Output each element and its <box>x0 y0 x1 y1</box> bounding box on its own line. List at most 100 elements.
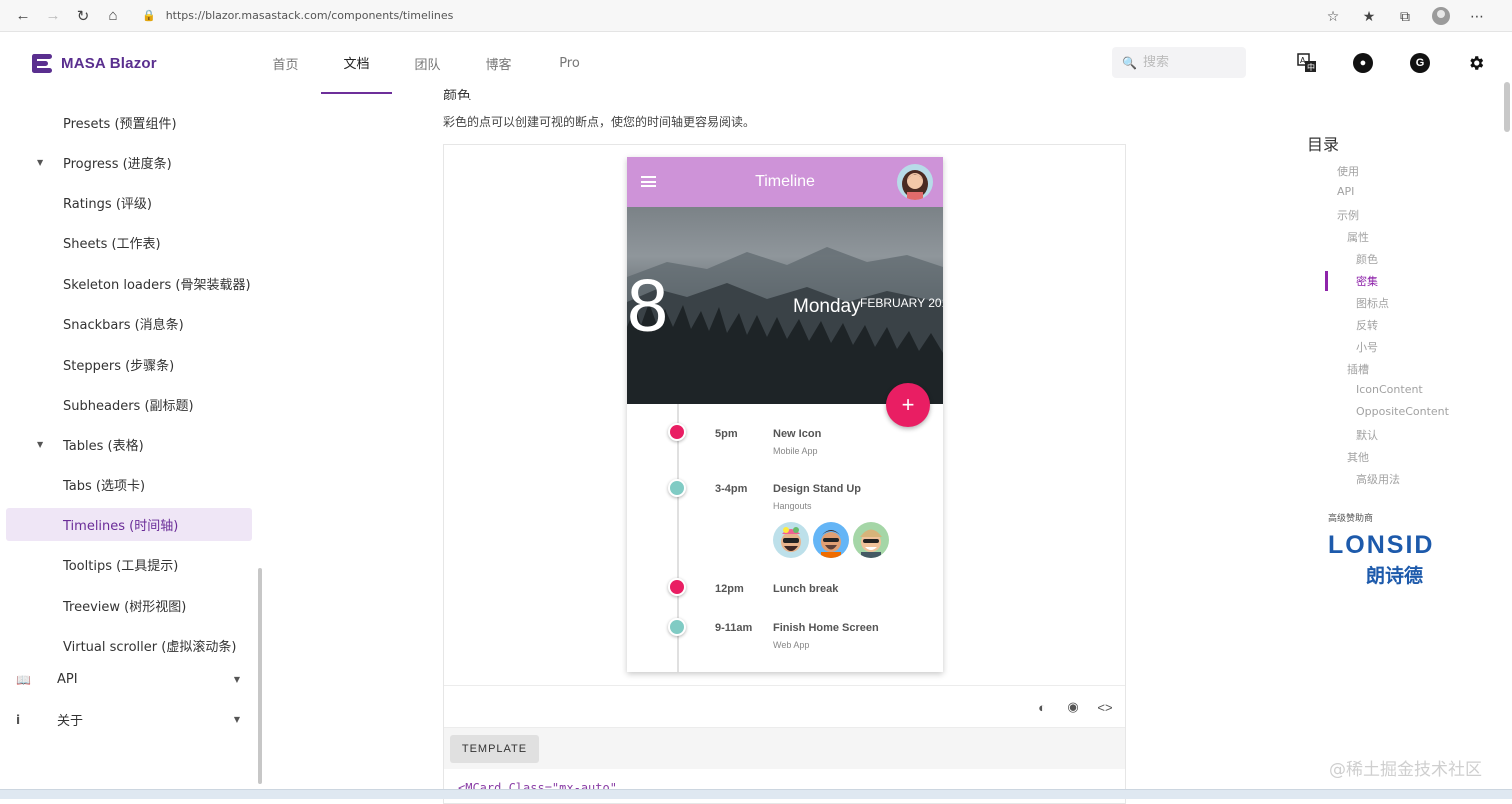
toc-item-slots[interactable]: 插槽 <box>1347 361 1369 377</box>
nav-blog[interactable]: 博客 <box>463 32 534 94</box>
section-description: 彩色的点可以创建可视的断点，使您的时间轴更容易阅读。 <box>443 115 756 129</box>
read-aloud-icon[interactable]: ☆ <box>1322 5 1344 27</box>
toc-item-reverse[interactable]: 反转 <box>1356 317 1378 333</box>
hero-day: 8 <box>627 264 669 347</box>
sidebar: Presets (预置组件) ▼ Progress (进度条) Ratings (… <box>0 94 265 784</box>
event-title: Lunch break <box>773 583 839 595</box>
code-icon[interactable]: <> <box>1095 698 1115 716</box>
add-button[interactable]: + <box>886 383 930 427</box>
sidebar-item-progress[interactable]: ▼ Progress (进度条) <box>6 146 252 179</box>
chevron-down-icon: ▼ <box>233 715 240 724</box>
sidebar-item-snackbars[interactable]: Snackbars (消息条) <box>6 307 252 340</box>
event-title: New Icon <box>773 428 822 440</box>
brand-logo[interactable]: MASA Blazor <box>31 52 157 74</box>
github-icon[interactable]: ◉ <box>1063 698 1083 716</box>
sidebar-item-presets[interactable]: Presets (预置组件) <box>6 106 252 139</box>
forward-icon[interactable]: → <box>38 2 68 30</box>
sidebar-item-virtual-scroller[interactable]: Virtual scroller (虚拟滚动条) <box>6 629 252 662</box>
hero-weekday: Monday <box>793 296 861 317</box>
nav-pro[interactable]: Pro <box>534 32 605 94</box>
toc-title: 目录 <box>1307 135 1340 154</box>
timeline-dot <box>668 423 686 441</box>
card-toolbar: Timeline <box>627 157 943 207</box>
sponsor-label: 高级赞助商 <box>1328 514 1374 524</box>
chevron-down-icon: ▼ <box>233 675 240 684</box>
translate-icon[interactable]: 中A <box>1296 52 1318 74</box>
tab-template[interactable]: TEMPLATE <box>450 735 539 763</box>
toc-item-api[interactable]: API <box>1337 185 1354 198</box>
collections-icon[interactable]: ⧉ <box>1394 5 1416 27</box>
event-time: 12pm <box>715 583 744 595</box>
toc-item-small[interactable]: 小号 <box>1356 339 1378 355</box>
sponsor-logo[interactable]: LONSID 朗诗德 <box>1328 533 1468 589</box>
event-time: 5pm <box>715 428 738 440</box>
hero-image: 8 Monday FEBRUARY 2015 <box>627 207 943 404</box>
sidebar-item-tooltips[interactable]: Tooltips (工具提示) <box>6 548 252 581</box>
sidebar-group-about[interactable]: i 关于 ▼ <box>6 703 252 736</box>
toc-item-advanced[interactable]: 高级用法 <box>1356 471 1400 487</box>
event-subtitle: Hangouts <box>773 501 812 511</box>
avatar[interactable] <box>897 164 933 200</box>
search-box[interactable]: 🔍 <box>1112 47 1246 78</box>
toc-item-props[interactable]: 属性 <box>1347 229 1369 245</box>
event-title: Design Stand Up <box>773 483 862 495</box>
toc-item-default[interactable]: 默认 <box>1356 427 1378 443</box>
settings-icon[interactable] <box>1465 52 1487 74</box>
avatar[interactable] <box>813 522 849 558</box>
more-icon[interactable]: ⋯ <box>1466 5 1488 27</box>
sidebar-item-subheaders[interactable]: Subheaders (副标题) <box>6 388 252 421</box>
back-icon[interactable]: ← <box>8 2 38 30</box>
nav-docs[interactable]: 文档 <box>321 32 392 94</box>
top-navigation: 首页 文档 团队 博客 Pro <box>250 32 605 94</box>
demo-container: Timeline 8 Monday FEBRUARY 2015 + 5pm Ne… <box>443 144 1126 804</box>
timeline-card: Timeline 8 Monday FEBRUARY 2015 + 5pm Ne… <box>627 157 943 672</box>
watermark: @稀土掘金技术社区 <box>1329 760 1482 780</box>
sidebar-group-api[interactable]: 📖 API ▼ <box>6 663 252 696</box>
avatar[interactable] <box>853 522 889 558</box>
toc-item-misc[interactable]: 其他 <box>1347 449 1369 465</box>
toc-item-examples[interactable]: 示例 <box>1337 207 1359 223</box>
toc-item-icon-dots[interactable]: 图标点 <box>1356 295 1389 311</box>
svg-text:A: A <box>1300 56 1306 65</box>
timeline-dot <box>668 618 686 636</box>
sidebar-item-skeleton-loaders[interactable]: Skeleton loaders (骨架装载器) <box>6 267 252 300</box>
timeline-dot <box>668 578 686 596</box>
home-icon[interactable]: ⌂ <box>98 2 128 30</box>
event-subtitle: Web App <box>773 640 810 650</box>
event-time: 3-4pm <box>715 483 748 495</box>
card-title: Timeline <box>755 173 815 190</box>
sidebar-item-tables[interactable]: ▼ Tables (表格) <box>6 428 252 461</box>
sponsor-name-cn: 朗诗德 <box>1366 565 1424 587</box>
svg-text:中: 中 <box>1307 62 1315 72</box>
sidebar-item-sheets[interactable]: Sheets (工作表) <box>6 226 252 259</box>
theme-toggle-icon[interactable]: ◐ <box>1032 698 1052 716</box>
toc-item-opposite-content[interactable]: OppositeContent <box>1356 405 1449 418</box>
github-icon[interactable]: ● <box>1352 52 1374 74</box>
nav-home[interactable]: 首页 <box>250 32 321 94</box>
sidebar-item-steppers[interactable]: Steppers (步骤条) <box>6 348 252 381</box>
event-title: Finish Home Screen <box>773 622 879 634</box>
event-time: 9-11am <box>715 622 753 634</box>
gitee-icon[interactable]: G <box>1409 52 1431 74</box>
sidebar-item-timelines[interactable]: Timelines (时间轴) <box>6 508 252 541</box>
info-icon: i <box>16 712 21 727</box>
sidebar-item-tabs[interactable]: Tabs (选项卡) <box>6 468 252 501</box>
caret-down-icon: ▼ <box>37 440 44 449</box>
favorites-icon[interactable]: ★ <box>1358 5 1380 27</box>
event-subtitle: Mobile App <box>773 446 818 456</box>
app-header: MASA Blazor 首页 文档 团队 博客 Pro 🔍 中A ● G <box>0 32 1512 94</box>
nav-team[interactable]: 团队 <box>392 32 463 94</box>
address-bar[interactable]: 🔒 https://blazor.masastack.com/component… <box>142 4 1362 28</box>
sidebar-scrollbar[interactable] <box>258 568 262 784</box>
sidebar-item-ratings[interactable]: Ratings (评级) <box>6 186 252 219</box>
toc-item-color[interactable]: 颜色 <box>1356 251 1378 267</box>
reload-icon[interactable]: ↻ <box>68 2 98 30</box>
sidebar-item-treeview[interactable]: Treeview (树形视图) <box>6 589 252 622</box>
avatar[interactable] <box>773 522 809 558</box>
toc-item-dense[interactable]: 密集 <box>1356 273 1378 289</box>
toc-item-icon-content[interactable]: IconContent <box>1356 383 1423 396</box>
page-scrollbar[interactable] <box>1504 82 1510 132</box>
profile-icon[interactable] <box>1430 5 1452 27</box>
search-input[interactable] <box>1142 55 1233 70</box>
toc-item-usage[interactable]: 使用 <box>1337 163 1359 179</box>
